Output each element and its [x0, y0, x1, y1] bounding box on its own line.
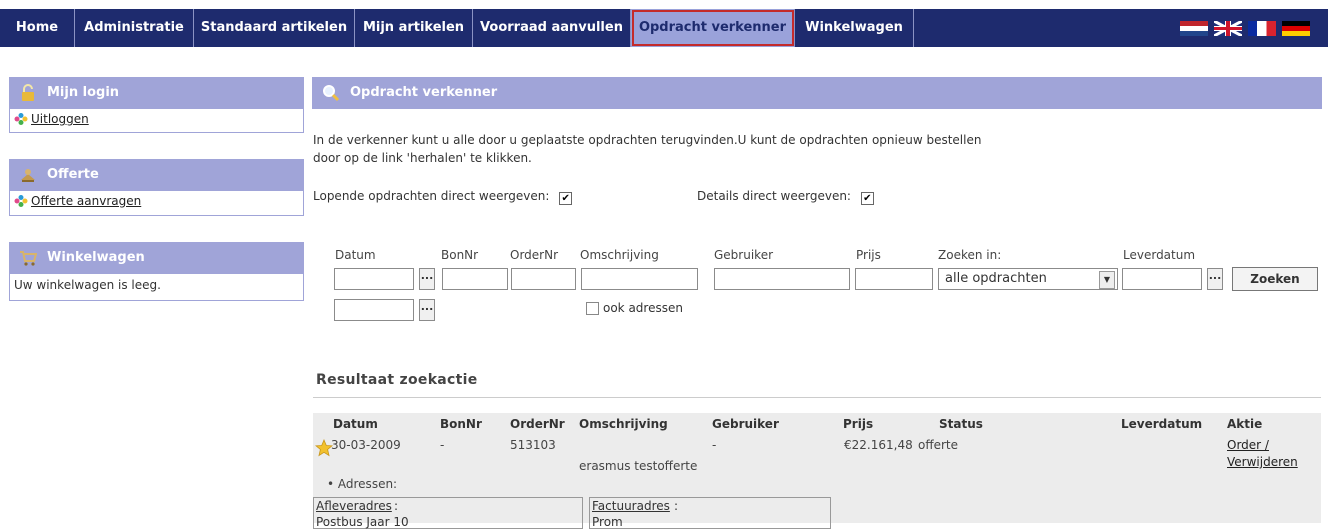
flag-nl-icon[interactable] — [1180, 21, 1208, 36]
col-user: Gebruiker — [712, 417, 779, 431]
date-from-picker-button[interactable]: ... — [419, 268, 435, 290]
intro-text: In de verkenner kunt u alle door u gepla… — [313, 133, 982, 165]
lock-icon — [22, 84, 34, 101]
delivery-address-colon: : — [394, 499, 399, 513]
price-input[interactable] — [855, 268, 933, 290]
offerte-icon — [21, 169, 35, 182]
nav-mijn-artikelen[interactable]: Mijn artikelen — [355, 9, 473, 47]
page-title: Opdracht verkenner — [350, 85, 498, 100]
date-to-picker-button[interactable]: ... — [419, 299, 435, 321]
label-date: Datum — [335, 248, 376, 262]
row-bonnr: - — [440, 438, 445, 452]
login-panel-header: Mijn login — [9, 77, 304, 109]
flag-uk-icon[interactable] — [1214, 21, 1242, 36]
cart-empty-text: Uw winkelwagen is leeg. — [14, 278, 161, 292]
details-checkbox[interactable]: ✔ — [860, 192, 874, 205]
also-addresses-label: ook adressen — [603, 301, 683, 315]
bonnr-input[interactable] — [442, 268, 508, 290]
login-panel-title: Mijn login — [47, 85, 120, 100]
magnifier-icon — [323, 85, 340, 102]
offerte-panel-body: Offerte aanvragen — [9, 191, 304, 216]
col-ordernr: OrderNr — [510, 417, 565, 431]
cart-panel-title: Winkelwagen — [47, 250, 145, 265]
row-description: erasmus testofferte — [579, 459, 698, 473]
label-delivery-date: Leverdatum — [1123, 248, 1196, 262]
nav-winkelwagen[interactable]: Winkelwagen — [795, 9, 914, 47]
cart-panel-body: Uw winkelwagen is leeg. — [9, 274, 304, 301]
row-price: €22.161,48 — [844, 438, 913, 452]
table-row: 30-03-2009 - 513103 erasmus testofferte … — [313, 435, 1321, 529]
nav-voorraad-aanvullen[interactable]: Voorraad aanvullen — [473, 9, 631, 47]
col-bonnr: BonNr — [440, 417, 482, 431]
col-delivery-date: Leverdatum — [1121, 417, 1203, 431]
top-navigation: Home Administratie Standaard artikelen M… — [0, 9, 1328, 47]
pinwheel-icon — [14, 195, 28, 207]
results-table-header: Datum BonNr OrderNr Omschrijving Gebruik… — [313, 413, 1321, 435]
invoice-address-label: Factuuradres — [592, 499, 670, 513]
label-user: Gebruiker — [714, 248, 774, 262]
user-input[interactable] — [714, 268, 850, 290]
flag-de-icon[interactable] — [1282, 21, 1310, 36]
request-quote-label: Offerte aanvragen — [31, 194, 142, 208]
description-input[interactable] — [581, 268, 698, 290]
date-to-input[interactable] — [334, 299, 414, 321]
option-details-label: Details direct weergeven: — [697, 189, 851, 203]
label-bonnr: BonNr — [441, 248, 479, 262]
nav-administratie[interactable]: Administratie — [75, 9, 194, 47]
running-orders-checkbox[interactable]: ✔ — [559, 192, 573, 205]
cart-panel-header: Winkelwagen — [9, 242, 304, 274]
label-price: Prijs — [856, 248, 881, 262]
logout-link[interactable]: Uitloggen — [14, 112, 89, 126]
language-flags — [1180, 21, 1310, 36]
col-date: Datum — [333, 417, 378, 431]
login-panel-body: Uitloggen — [9, 109, 304, 133]
addresses-label: • Adressen: — [327, 477, 398, 491]
search-button[interactable]: Zoeken — [1232, 267, 1318, 291]
offerte-panel-title: Offerte — [47, 167, 99, 182]
search-in-select[interactable]: alle opdrachten ▼ — [938, 268, 1118, 290]
invoice-address-box: Factuuradres: Prom — [589, 497, 831, 529]
option-running-orders: Lopende opdrachten direct weergeven: ✔ — [313, 189, 573, 205]
col-price: Prijs — [843, 417, 874, 431]
also-addresses-checkbox[interactable] — [586, 302, 599, 315]
row-date: 30-03-2009 — [331, 438, 401, 452]
delivery-address-label: Afleveradres — [316, 499, 392, 513]
order-link[interactable]: Order / — [1227, 438, 1269, 452]
col-status: Status — [939, 417, 983, 431]
invoice-address-value: Prom — [592, 515, 623, 529]
cart-icon — [20, 251, 37, 266]
col-description: Omschrijving — [579, 417, 668, 431]
delivery-address-value: Postbus Jaar 10 — [316, 515, 409, 529]
request-quote-link[interactable]: Offerte aanvragen — [14, 194, 141, 208]
chevron-down-icon: ▼ — [1099, 271, 1115, 289]
offerte-panel-header: Offerte — [9, 159, 304, 191]
label-search-in: Zoeken in: — [938, 248, 1002, 262]
row-user: - — [712, 438, 717, 452]
delivery-date-picker-button[interactable]: ... — [1207, 268, 1223, 290]
logout-label: Uitloggen — [31, 112, 89, 126]
delivery-date-input[interactable] — [1122, 268, 1202, 290]
nav-standaard-artikelen[interactable]: Standaard artikelen — [194, 9, 355, 47]
nav-home[interactable]: Home — [0, 9, 75, 47]
delivery-address-box: Afleveradres: Postbus Jaar 10 — [313, 497, 583, 529]
invoice-address-colon: : — [674, 499, 679, 513]
main-panel-header: Opdracht verkenner — [312, 77, 1322, 109]
label-description: Omschrijving — [580, 248, 659, 262]
results-title: Resultaat zoekactie — [316, 372, 478, 388]
search-in-value: alle opdrachten — [945, 271, 1047, 286]
delete-link[interactable]: Verwijderen — [1227, 455, 1298, 469]
row-ordernr: 513103 — [510, 438, 556, 452]
option-running-label: Lopende opdrachten direct weergeven: — [313, 189, 550, 203]
flag-fr-icon[interactable] — [1248, 21, 1276, 36]
pinwheel-icon — [14, 113, 28, 125]
col-action: Aktie — [1227, 417, 1263, 431]
option-details: Details direct weergeven: ✔ — [697, 189, 874, 205]
ordernr-input[interactable] — [511, 268, 576, 290]
label-ordernr: OrderNr — [510, 248, 559, 262]
date-from-input[interactable] — [334, 268, 414, 290]
nav-opdracht-verkenner[interactable]: Opdracht verkenner — [631, 9, 795, 47]
row-status: offerte — [918, 438, 959, 452]
results-divider — [313, 397, 1321, 398]
